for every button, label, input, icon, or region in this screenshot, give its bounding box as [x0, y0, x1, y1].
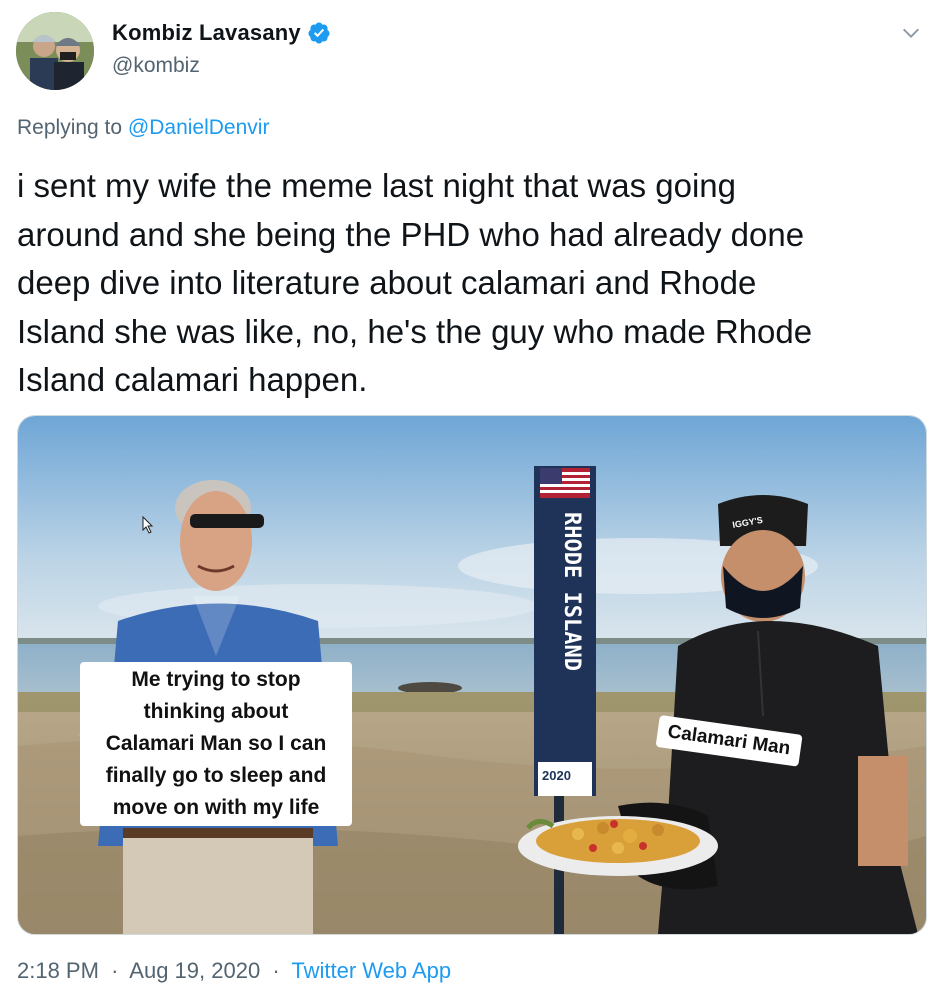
reply-target-link[interactable]: @DanielDenvir [128, 116, 270, 139]
replying-to-label: Replying to [17, 116, 123, 139]
tweet-text-line: around and she being the PHD who had alr… [17, 215, 805, 253]
tweet-date[interactable]: Aug 19, 2020 [129, 958, 260, 983]
tweet-footer: 2:18 PM · Aug 19, 2020 · Twitter Web App [17, 958, 451, 984]
verified-badge-icon [308, 22, 330, 44]
tweet-text-line: Island she was like, no, he's the guy wh… [17, 312, 813, 350]
tweet-text-line: Island calamari happen. [17, 361, 368, 398]
separator: · [272, 958, 280, 983]
meme-caption-left: Me trying to stop thinking about Calamar… [80, 662, 352, 826]
avatar-image [16, 12, 94, 90]
avatar[interactable] [16, 12, 94, 90]
replying-to-line: Replying to @DanielDenvir [17, 116, 269, 140]
tweet-text-line: deep dive into literature about calamari… [17, 264, 757, 301]
tweet-text-line: i sent my wife the meme last night that … [17, 167, 737, 204]
caption-line: move on with my life [112, 796, 320, 819]
sign-text: RHODE ISLAND [559, 512, 584, 671]
author-display-name[interactable]: Kombiz Lavasany [112, 20, 301, 46]
sign-badge: 2020 [542, 768, 571, 783]
separator: · [111, 958, 119, 983]
tweet-source-link[interactable]: Twitter Web App [291, 958, 451, 983]
author-handle[interactable]: @kombiz [112, 54, 200, 78]
caption-line: finally go to sleep and [105, 764, 327, 787]
caption-line: Calamari Man so I can [105, 732, 327, 755]
tweet-text: i sent my wife the meme last night that … [17, 162, 922, 405]
flag-icon [540, 468, 590, 498]
caption-line: Me trying to stop [131, 668, 301, 691]
chevron-down-icon[interactable] [900, 22, 922, 44]
author-name-row[interactable]: Kombiz Lavasany [112, 20, 331, 46]
tweet-media-image[interactable]: RHODE ISLAND 2020 IGGY'S Me trying to st… [17, 415, 927, 935]
tweet-time[interactable]: 2:18 PM [17, 958, 99, 983]
caption-line: thinking about [143, 700, 289, 723]
